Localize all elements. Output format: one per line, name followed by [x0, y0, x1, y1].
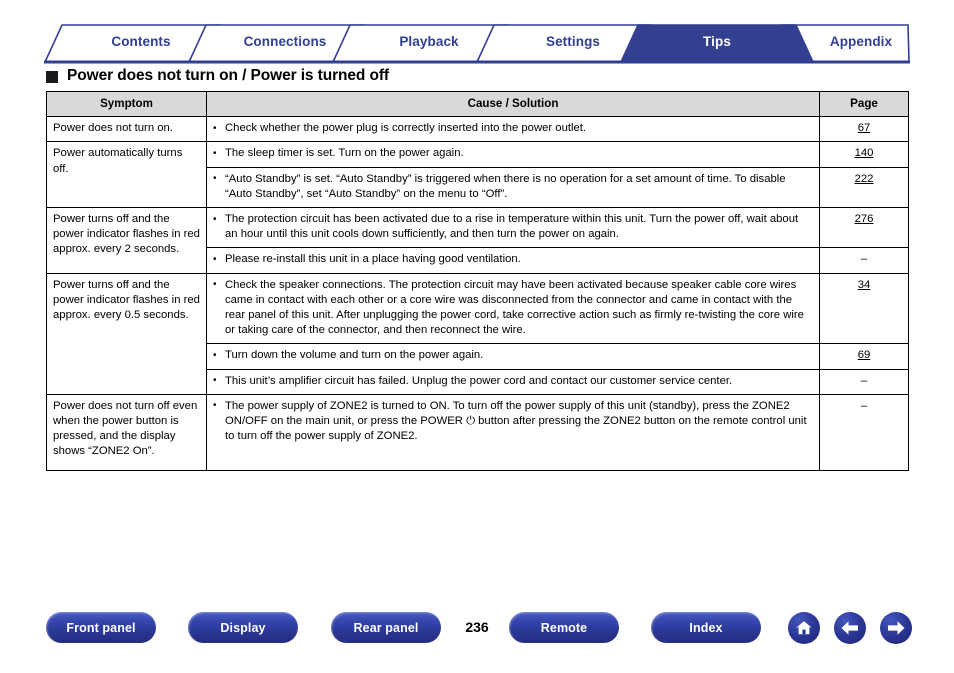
- page-link[interactable]: 140: [855, 147, 874, 159]
- footer-nav: Front panel Display Rear panel 236 Remot…: [0, 612, 954, 664]
- cause-item: The power supply of ZONE2 is turned to O…: [213, 398, 813, 445]
- tab-bar-underline: [44, 60, 910, 64]
- symptom-cell: Power turns off and the power indicator …: [46, 207, 207, 274]
- tab-tips-label: Tips: [703, 34, 731, 49]
- tab-tips[interactable]: Tips: [645, 32, 789, 52]
- tab-connections-label: Connections: [243, 34, 327, 49]
- index-label: Index: [689, 620, 723, 635]
- cause-item: The protection circuit has been activate…: [213, 212, 813, 242]
- home-icon: [796, 621, 812, 635]
- page-cell: –: [819, 247, 909, 274]
- page-none: –: [860, 399, 868, 412]
- cause-cell: Check the speaker connections. The prote…: [206, 272, 820, 345]
- top-tab-bar: Contents Connections Playback Settings T…: [44, 22, 910, 64]
- page-cell: –: [819, 368, 909, 395]
- home-button[interactable]: [788, 612, 820, 644]
- cause-cell: “Auto Standby” is set. “Auto Standby” is…: [206, 166, 820, 209]
- display-button[interactable]: Display: [188, 612, 298, 643]
- tab-appendix[interactable]: Appendix: [789, 32, 933, 52]
- cause-cell: This unit’s amplifier circuit has failed…: [206, 368, 820, 395]
- cause-item: “Auto Standby” is set. “Auto Standby” is…: [213, 171, 813, 202]
- page-link[interactable]: 67: [858, 122, 871, 134]
- tab-contents[interactable]: Contents: [69, 32, 213, 52]
- page-cell[interactable]: 67: [819, 116, 909, 143]
- page-cell[interactable]: 140: [819, 141, 909, 168]
- cause-item: Please re-install this unit in a place h…: [213, 252, 813, 267]
- troubleshooting-table: Symptom Cause / Solution Page Power does…: [46, 90, 909, 471]
- page-link[interactable]: 34: [858, 279, 871, 291]
- cause-cell: Check whether the power plug is correctl…: [206, 116, 820, 143]
- back-button[interactable]: [834, 612, 866, 644]
- page-title: Power does not turn on / Power is turned…: [67, 67, 389, 84]
- cause-item: Check whether the power plug is correctl…: [213, 121, 813, 136]
- cause-item: Check the speaker connections. The prote…: [213, 277, 813, 339]
- table-row: Power turns off and the power indicator …: [46, 272, 909, 395]
- page-link[interactable]: 222: [855, 173, 874, 185]
- cause-item: The sleep timer is set. Turn on the powe…: [213, 146, 813, 161]
- tab-playback[interactable]: Playback: [357, 32, 501, 52]
- symptom-cell: Power turns off and the power indicator …: [46, 272, 207, 395]
- tab-contents-label: Contents: [111, 34, 171, 49]
- display-label: Display: [220, 620, 266, 635]
- table-header-row: Symptom Cause / Solution Page: [46, 90, 909, 118]
- tab-playback-label: Playback: [399, 34, 459, 49]
- table-row: Power turns off and the power indicator …: [46, 207, 909, 274]
- cause-cell: The protection circuit has been activate…: [206, 207, 820, 249]
- remote-label: Remote: [540, 620, 588, 635]
- front-panel-label: Front panel: [66, 620, 136, 635]
- column-header-symptom: Symptom: [46, 90, 207, 118]
- page-cell[interactable]: 34: [819, 272, 909, 345]
- column-header-page: Page: [819, 90, 909, 118]
- page-cell[interactable]: 222: [819, 166, 909, 209]
- arrow-right-icon: [888, 621, 905, 635]
- table-body: Power does not turn on. Check whether th…: [46, 116, 909, 471]
- column-header-cause: Cause / Solution: [206, 90, 820, 118]
- index-button[interactable]: Index: [651, 612, 761, 643]
- symptom-cell: Power does not turn off even when the po…: [46, 393, 207, 471]
- tab-settings[interactable]: Settings: [501, 32, 645, 52]
- page-cell: –: [819, 393, 909, 471]
- cause-cell: The power supply of ZONE2 is turned to O…: [206, 393, 820, 471]
- page-root: Contents Connections Playback Settings T…: [0, 0, 954, 673]
- page-number: 236: [465, 619, 489, 635]
- tab-connections[interactable]: Connections: [213, 32, 357, 52]
- page-cell[interactable]: 69: [819, 343, 909, 370]
- square-bullet-icon: [46, 71, 58, 83]
- page-link[interactable]: 276: [855, 213, 874, 225]
- page-link[interactable]: 69: [858, 349, 871, 361]
- tab-settings-label: Settings: [545, 34, 601, 49]
- cause-item: This unit’s amplifier circuit has failed…: [213, 373, 813, 389]
- remote-button[interactable]: Remote: [509, 612, 619, 643]
- table-row: Power does not turn off even when the po…: [46, 393, 909, 471]
- arrow-left-icon: [841, 621, 858, 635]
- tab-appendix-label: Appendix: [829, 34, 893, 49]
- section-heading: Power does not turn on / Power is turned…: [46, 67, 389, 85]
- page-none: –: [860, 253, 868, 266]
- symptom-cell: Power automatically turns off.: [46, 141, 207, 209]
- table-row: Power automatically turns off. The sleep…: [46, 141, 909, 209]
- symptom-cell: Power does not turn on.: [46, 116, 207, 143]
- page-none: –: [860, 374, 868, 387]
- cause-cell: The sleep timer is set. Turn on the powe…: [206, 141, 820, 168]
- cause-item: Turn down the volume and turn on the pow…: [213, 348, 813, 363]
- forward-button[interactable]: [880, 612, 912, 644]
- table-row: Power does not turn on. Check whether th…: [46, 116, 909, 143]
- rear-panel-button[interactable]: Rear panel: [331, 612, 441, 643]
- page-cell[interactable]: 276: [819, 207, 909, 249]
- rear-panel-label: Rear panel: [353, 620, 419, 635]
- cause-cell: Turn down the volume and turn on the pow…: [206, 343, 820, 370]
- cause-cell: Please re-install this unit in a place h…: [206, 247, 820, 274]
- front-panel-button[interactable]: Front panel: [46, 612, 156, 643]
- table-head: Symptom Cause / Solution Page: [46, 90, 909, 118]
